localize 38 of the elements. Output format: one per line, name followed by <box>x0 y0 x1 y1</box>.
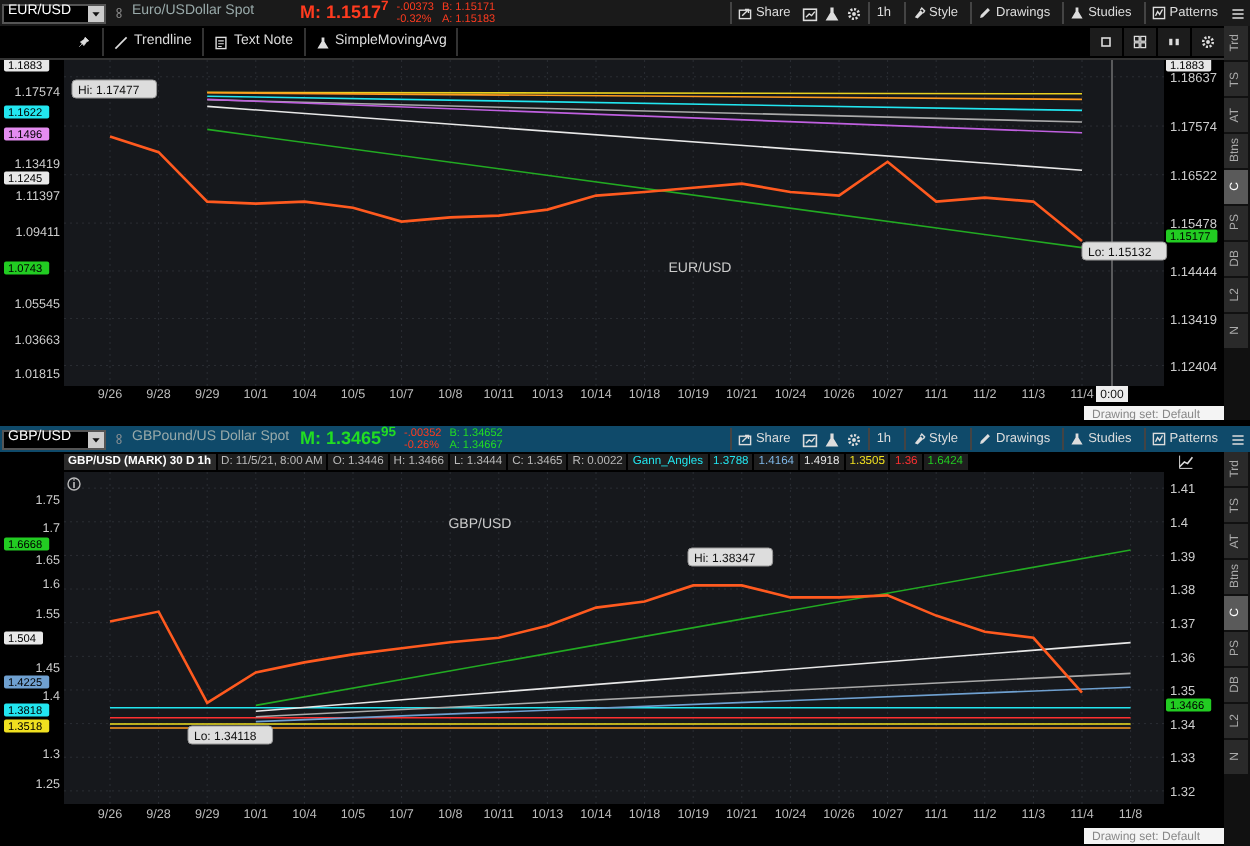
share-icon <box>737 6 752 20</box>
menu-icon[interactable] <box>1230 5 1246 21</box>
view-button[interactable] <box>1158 28 1190 56</box>
view-button[interactable] <box>1192 28 1224 56</box>
flask-icon <box>315 35 330 49</box>
pencil-icon <box>978 6 992 20</box>
grid-icon <box>1132 34 1148 50</box>
flask-icon <box>1070 6 1085 20</box>
brush-icon <box>911 6 926 20</box>
line-chart-icon[interactable] <box>1178 454 1194 470</box>
columns-icon <box>1166 34 1182 50</box>
chart-icon[interactable] <box>802 431 819 447</box>
info-icon <box>67 477 81 491</box>
view-button[interactable] <box>1124 28 1156 56</box>
link-icon[interactable] <box>114 4 124 22</box>
pin-icon <box>77 36 89 48</box>
flask-icon[interactable] <box>824 431 841 447</box>
flask-icon <box>1070 432 1085 446</box>
menu-icon[interactable] <box>1230 431 1246 447</box>
link-icon[interactable] <box>114 430 124 448</box>
line-icon <box>114 35 128 49</box>
pencil-icon <box>978 432 992 446</box>
caret-icon <box>90 7 102 19</box>
mark-price: M: 1.3465$^{95}$ <box>300 425 397 452</box>
share-icon <box>737 432 752 446</box>
view-button[interactable] <box>1090 28 1122 56</box>
mark-price: M: 1.1517$^{7}$ <box>300 0 389 26</box>
chart-icon[interactable] <box>802 5 819 21</box>
window-icon <box>1098 34 1114 50</box>
pattern-icon <box>1151 432 1166 446</box>
caret-icon <box>90 433 102 445</box>
flask-icon[interactable] <box>824 5 841 21</box>
settings-icon <box>1200 34 1216 50</box>
note-icon <box>213 35 228 49</box>
brush-icon <box>911 432 926 446</box>
settings-icon[interactable] <box>846 5 863 21</box>
pattern-icon <box>1151 6 1166 20</box>
settings-icon[interactable] <box>846 431 863 447</box>
